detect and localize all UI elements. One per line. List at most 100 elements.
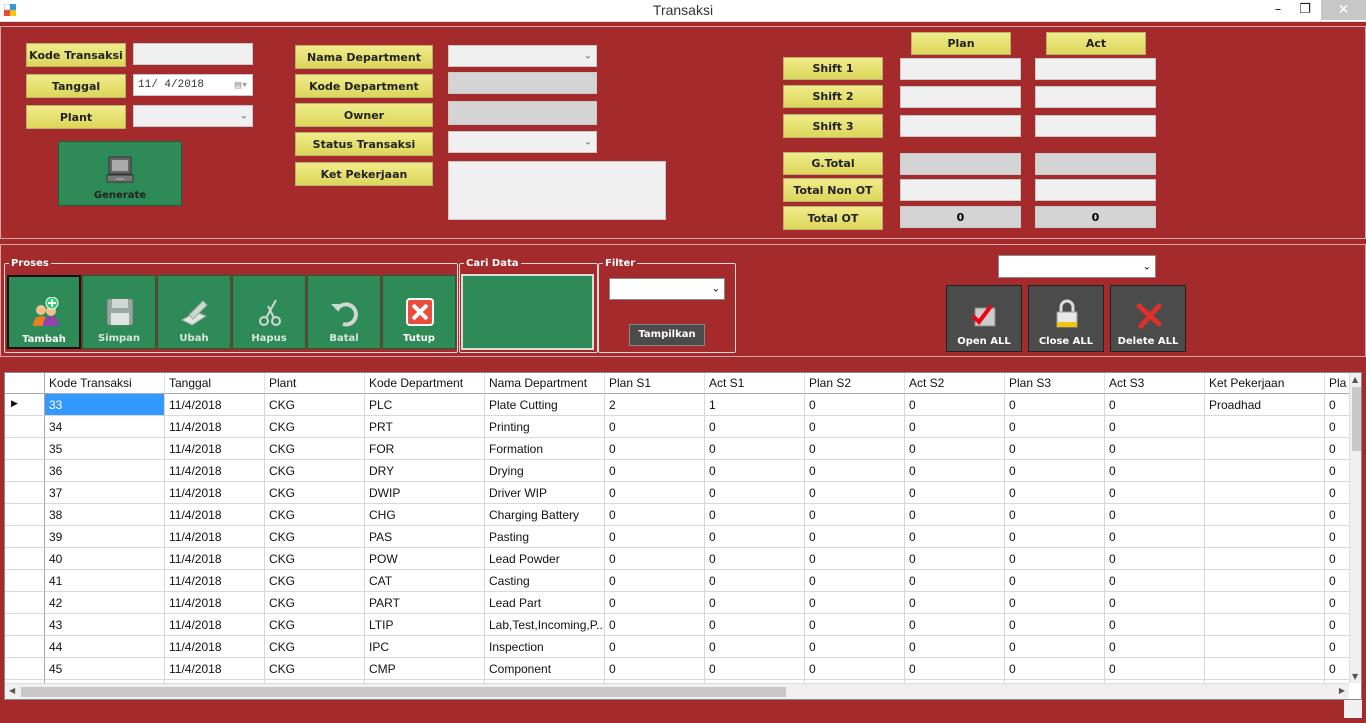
total-non-ot-plan-field[interactable] <box>900 179 1021 201</box>
filter-combo[interactable]: ⌄ <box>609 278 725 300</box>
column-header[interactable]: Ket Pekerjaan <box>1205 373 1325 394</box>
simpan-button[interactable]: Simpan <box>82 275 156 349</box>
maximize-button[interactable]: ❐ <box>1290 0 1320 20</box>
table-cell[interactable]: 0 <box>1105 548 1205 570</box>
table-cell[interactable]: 0 <box>1005 526 1105 548</box>
table-row[interactable]: 45 11/4/2018 CKG CMP Component 0 0 0 0 0 0 0 <box>5 658 1361 680</box>
table-cell[interactable]: 0 <box>1105 394 1205 416</box>
table-cell[interactable]: 41 <box>45 570 165 592</box>
row-header[interactable] <box>5 570 45 592</box>
table-cell[interactable]: CKG <box>265 482 365 504</box>
table-cell[interactable]: 11/4/2018 <box>165 482 265 504</box>
shift3-act-field[interactable] <box>1035 115 1156 137</box>
table-cell[interactable]: 0 <box>805 438 905 460</box>
table-cell[interactable]: CKG <box>265 614 365 636</box>
column-header[interactable]: Plant <box>265 373 365 394</box>
table-cell[interactable]: Lead Powder <box>485 548 605 570</box>
table-row[interactable]: ▶ 33 11/4/2018 CKG PLC Plate Cutting 2 1 0 0 0 0 Pro… <box>5 394 1361 416</box>
table-cell[interactable]: 0 <box>905 614 1005 636</box>
gtotal-act-field[interactable] <box>1035 153 1156 175</box>
horizontal-scroll-thumb[interactable] <box>21 687 786 697</box>
table-cell[interactable]: 0 <box>905 482 1005 504</box>
table-cell[interactable]: 11/4/2018 <box>165 504 265 526</box>
table-cell[interactable]: Lab,Test,Incoming,P... <box>485 614 605 636</box>
row-header[interactable] <box>5 614 45 636</box>
table-row[interactable]: 39 11/4/2018 CKG PAS Pasting 0 0 0 0 0 0 0 <box>5 526 1361 548</box>
table-cell[interactable]: CKG <box>265 592 365 614</box>
table-cell[interactable]: 11/4/2018 <box>165 636 265 658</box>
table-cell[interactable]: Component <box>485 658 605 680</box>
table-cell[interactable]: Pasting <box>485 526 605 548</box>
table-cell[interactable]: 43 <box>45 614 165 636</box>
table-cell[interactable]: 0 <box>1005 438 1105 460</box>
column-header[interactable]: Act S1 <box>705 373 805 394</box>
table-row[interactable]: 42 11/4/2018 CKG PART Lead Part 0 0 0 0 0 0 0 <box>5 592 1361 614</box>
table-cell[interactable]: 0 <box>1105 460 1205 482</box>
column-header[interactable]: Act S3 <box>1105 373 1205 394</box>
total-non-ot-act-field[interactable] <box>1035 179 1156 201</box>
plant-combo[interactable]: ⌄ <box>133 105 253 127</box>
table-cell[interactable] <box>1205 636 1325 658</box>
table-cell[interactable]: CKG <box>265 394 365 416</box>
table-cell[interactable]: 0 <box>1105 482 1205 504</box>
table-cell[interactable] <box>1205 548 1325 570</box>
table-cell[interactable]: 0 <box>805 636 905 658</box>
table-cell[interactable]: 11/4/2018 <box>165 526 265 548</box>
table-cell[interactable] <box>1205 526 1325 548</box>
table-row[interactable]: 34 11/4/2018 CKG PRT Printing 0 0 0 0 0 0 0 <box>5 416 1361 438</box>
table-cell[interactable]: 39 <box>45 526 165 548</box>
open-all-button[interactable]: Open ALL <box>946 285 1022 352</box>
ket-pekerjaan-field[interactable] <box>448 161 666 220</box>
table-cell[interactable]: PART <box>365 592 485 614</box>
table-cell[interactable]: 0 <box>1005 548 1105 570</box>
table-cell[interactable]: 11/4/2018 <box>165 438 265 460</box>
table-cell[interactable]: 1 <box>705 394 805 416</box>
table-cell[interactable]: 0 <box>805 394 905 416</box>
table-row[interactable]: 40 11/4/2018 CKG POW Lead Powder 0 0 0 0 0 0 0 <box>5 548 1361 570</box>
table-cell[interactable] <box>1205 438 1325 460</box>
table-cell[interactable] <box>1205 658 1325 680</box>
table-cell[interactable]: CKG <box>265 570 365 592</box>
horizontal-scrollbar[interactable]: ◀ ▶ <box>5 683 1349 699</box>
table-cell[interactable]: 45 <box>45 658 165 680</box>
table-cell[interactable]: Proadhad <box>1205 394 1325 416</box>
table-row[interactable]: 35 11/4/2018 CKG FOR Formation 0 0 0 0 0 0 0 <box>5 438 1361 460</box>
table-cell[interactable] <box>1205 482 1325 504</box>
table-cell[interactable]: 0 <box>905 548 1005 570</box>
status-transaksi-combo[interactable]: ⌄ <box>448 131 597 153</box>
table-cell[interactable]: 11/4/2018 <box>165 658 265 680</box>
table-cell[interactable]: 0 <box>705 460 805 482</box>
table-cell[interactable]: 0 <box>605 460 705 482</box>
table-cell[interactable]: 0 <box>705 570 805 592</box>
vertical-scroll-thumb[interactable] <box>1352 387 1361 451</box>
table-cell[interactable]: 33 <box>45 394 165 416</box>
table-cell[interactable]: FOR <box>365 438 485 460</box>
scroll-right-icon[interactable]: ▶ <box>1339 686 1345 695</box>
close-all-button[interactable]: Close ALL <box>1028 285 1104 352</box>
table-cell[interactable]: 0 <box>1105 592 1205 614</box>
table-cell[interactable]: 0 <box>705 548 805 570</box>
column-header[interactable]: Kode Transaksi <box>45 373 165 394</box>
column-header[interactable]: Act S2 <box>905 373 1005 394</box>
table-cell[interactable]: 0 <box>705 592 805 614</box>
table-cell[interactable]: 0 <box>705 526 805 548</box>
table-cell[interactable]: 0 <box>1105 614 1205 636</box>
table-cell[interactable] <box>1205 614 1325 636</box>
table-cell[interactable]: 0 <box>1105 438 1205 460</box>
table-cell[interactable]: 0 <box>805 504 905 526</box>
table-cell[interactable]: 0 <box>905 526 1005 548</box>
row-header[interactable] <box>5 460 45 482</box>
table-cell[interactable]: 0 <box>1105 570 1205 592</box>
table-cell[interactable]: 0 <box>905 658 1005 680</box>
column-header[interactable]: Kode Department <box>365 373 485 394</box>
table-cell[interactable]: 36 <box>45 460 165 482</box>
table-cell[interactable]: 0 <box>1005 636 1105 658</box>
column-header[interactable]: Plan S3 <box>1005 373 1105 394</box>
row-header[interactable] <box>5 482 45 504</box>
table-cell[interactable]: 0 <box>605 636 705 658</box>
table-cell[interactable]: CKG <box>265 416 365 438</box>
table-cell[interactable]: 0 <box>805 460 905 482</box>
table-row[interactable]: 38 11/4/2018 CKG CHG Charging Battery 0 0 0 0 0 0 0 <box>5 504 1361 526</box>
table-cell[interactable]: Lead Part <box>485 592 605 614</box>
table-cell[interactable]: 0 <box>1005 482 1105 504</box>
